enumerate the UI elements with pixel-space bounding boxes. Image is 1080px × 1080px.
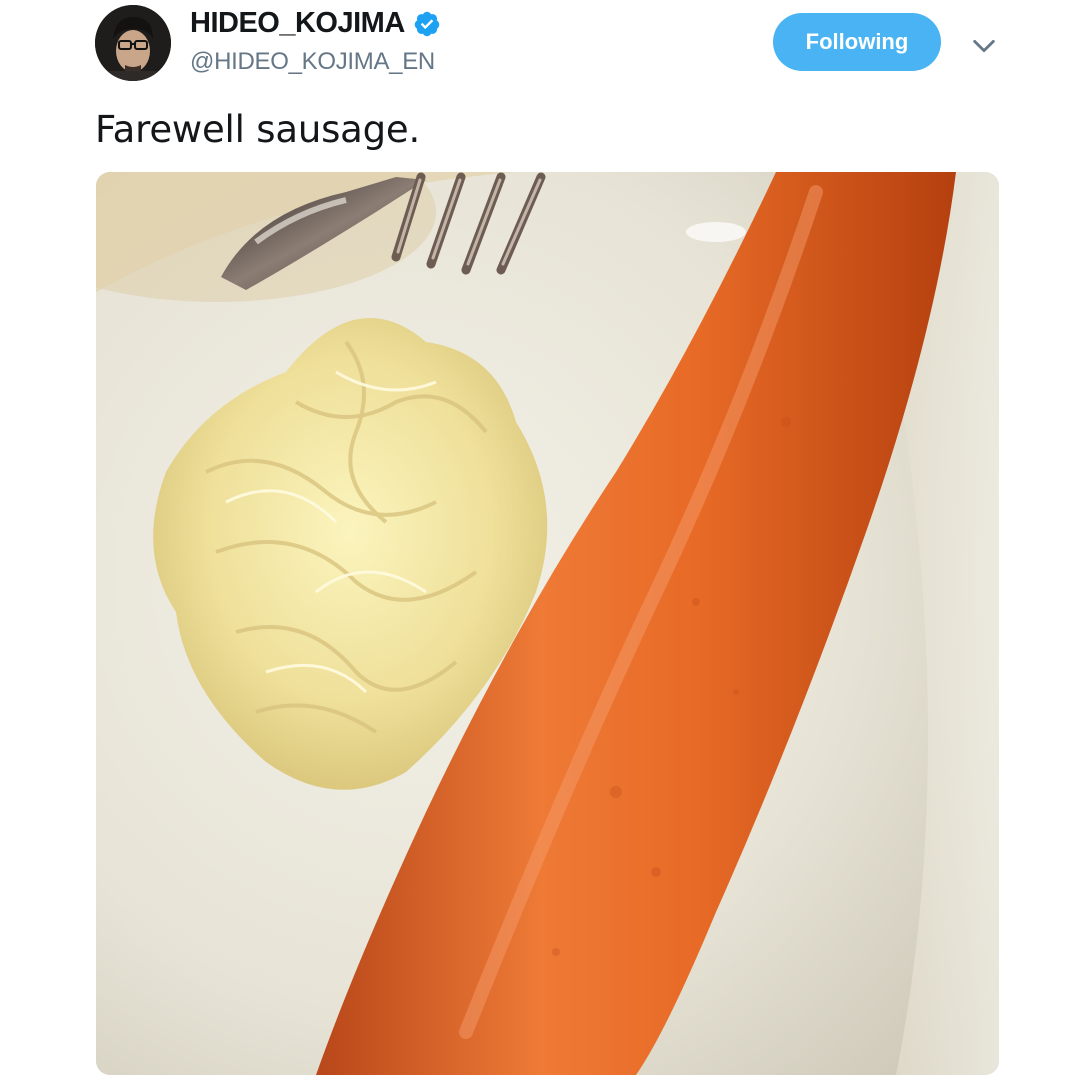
display-name[interactable]: HIDEO_KOJIMA xyxy=(190,7,405,40)
tweet-text: Farewell sausage. xyxy=(95,108,421,151)
user-handle[interactable]: @HIDEO_KOJIMA_EN xyxy=(190,48,435,76)
tweet-card: HIDEO_KOJIMA @HIDEO_KOJIMA_EN Following … xyxy=(0,0,1080,1080)
verified-badge-icon xyxy=(414,11,440,36)
tweet-photo[interactable] xyxy=(96,172,999,1075)
chevron-down-icon[interactable] xyxy=(970,32,998,60)
avatar[interactable] xyxy=(95,5,171,81)
sausage-photo-image xyxy=(96,172,999,1075)
avatar-image xyxy=(95,5,171,81)
following-button[interactable]: Following xyxy=(773,13,941,71)
author-name-row[interactable]: HIDEO_KOJIMA xyxy=(190,7,441,40)
